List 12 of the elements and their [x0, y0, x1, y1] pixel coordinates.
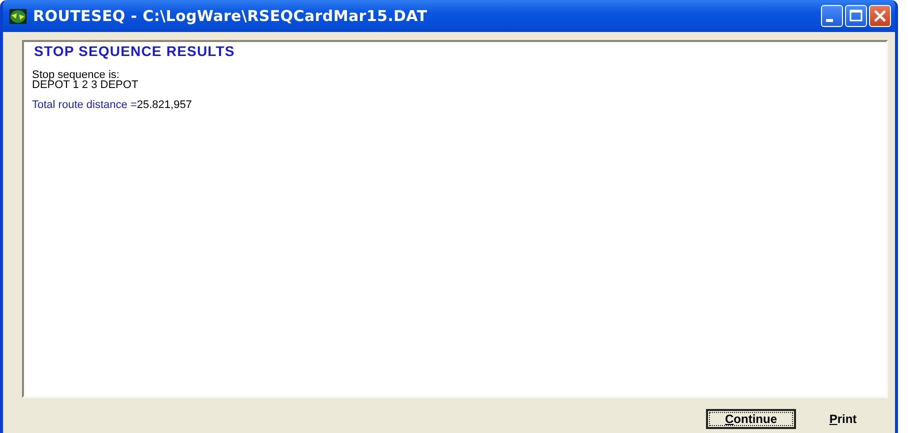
- window-title: ROUTESEQ - C:\LogWare\RSEQCardMar15.DAT: [33, 7, 428, 25]
- continue-button[interactable]: Continue: [706, 409, 796, 429]
- minimize-button[interactable]: [821, 5, 843, 27]
- globe-icon: [9, 8, 27, 24]
- sequence-text: DEPOT 1 2 3 DEPOT: [32, 80, 138, 90]
- minimize-icon: [826, 18, 833, 22]
- distance-value: 25.821,957: [136, 99, 192, 111]
- distance-label: Total route distance =: [32, 99, 137, 111]
- sequence-label: Stop sequence is:: [32, 70, 120, 80]
- close-button[interactable]: [869, 5, 891, 27]
- maximize-button[interactable]: [845, 5, 867, 27]
- results-heading: STOP SEQUENCE RESULTS: [34, 43, 235, 59]
